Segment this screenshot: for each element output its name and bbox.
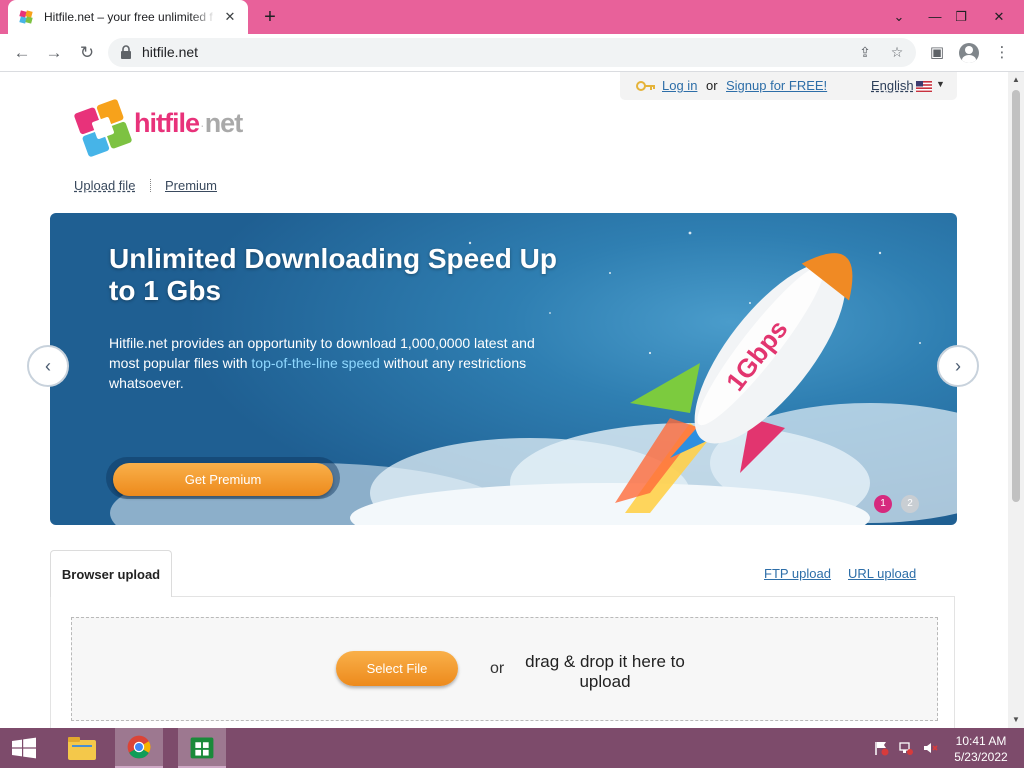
speed-highlight: top-of-the-line speed (251, 355, 380, 371)
file-explorer-icon[interactable] (58, 728, 106, 768)
or-text: or (490, 660, 505, 677)
chevron-right-icon: › (955, 356, 961, 376)
scroll-thumb[interactable] (1012, 90, 1020, 502)
slide-dot-2[interactable]: 2 (901, 495, 919, 513)
new-tab-button[interactable]: + (258, 6, 282, 28)
promo-banner: 1Gbps Unlimited Downloading Speed Up to … (50, 213, 957, 525)
hitfile-favicon-icon (19, 10, 33, 24)
banner-title: Unlimited Downloading Speed Up to 1 Gbs (109, 243, 557, 306)
tab-browser-upload[interactable]: Browser upload (50, 550, 172, 597)
tab-title: Hitfile.net – your free unlimited f (44, 10, 213, 24)
browser-toolbar: ← → ↻ hitfile.net ⇪ ☆ ▣ ⋮ (0, 34, 1024, 72)
reload-icon[interactable]: ↻ (75, 41, 99, 65)
prev-slide-button[interactable]: ‹ (27, 345, 69, 387)
windows-taskbar: 10:41 AM 5/23/2022 (0, 728, 1024, 768)
browser-tab[interactable]: Hitfile.net – your free unlimited f ✕ (8, 0, 248, 34)
ftp-upload-link[interactable]: FTP upload (764, 566, 831, 581)
scroll-up-icon[interactable]: ▲ (1008, 72, 1024, 88)
select-file-button[interactable]: Select File (336, 651, 458, 686)
us-flag-icon (916, 81, 932, 92)
next-slide-button[interactable]: › (937, 345, 979, 387)
side-panel-icon[interactable]: ▣ (927, 43, 947, 63)
nav-upload-file[interactable]: Upload file (74, 178, 135, 193)
tab-search-icon[interactable]: ⌄ (882, 0, 916, 34)
profile-icon[interactable] (959, 43, 979, 64)
bookmark-star-icon[interactable]: ☆ (888, 43, 906, 61)
clock-time: 10:41 AM (955, 734, 1007, 748)
key-icon (636, 81, 655, 91)
lock-icon (121, 45, 131, 59)
address-bar[interactable]: hitfile.net ⇪ ☆ (108, 38, 916, 67)
account-bar: Log in or Signup for FREE! English ▼ (620, 72, 957, 100)
hitfile-logo-icon[interactable] (72, 97, 134, 159)
back-icon[interactable]: ← (10, 41, 34, 65)
or-text: or (706, 78, 718, 93)
forward-icon[interactable]: → (42, 41, 66, 65)
nav-premium[interactable]: Premium (165, 178, 217, 193)
chevron-left-icon: ‹ (45, 356, 51, 376)
windows-start-icon[interactable] (0, 728, 48, 768)
close-window-icon[interactable]: ✕ (982, 0, 1016, 34)
url-text: hitfile.net (142, 44, 199, 60)
chevron-down-icon[interactable]: ▼ (936, 79, 945, 89)
page-scrollbar[interactable]: ▲ ▼ (1008, 72, 1024, 728)
site-logo[interactable]: hitfile·net (134, 108, 243, 139)
tab-strip: Hitfile.net – your free unlimited f ✕ + … (0, 0, 1024, 34)
close-tab-icon[interactable]: ✕ (222, 9, 238, 25)
scroll-down-icon[interactable]: ▼ (1008, 712, 1024, 728)
clock-date: 5/23/2022 (954, 750, 1008, 764)
volume-muted-icon[interactable] (922, 740, 938, 756)
chrome-taskbar-icon[interactable] (115, 728, 163, 768)
system-clock[interactable]: 10:41 AM 5/23/2022 (946, 733, 1016, 765)
store-taskbar-icon[interactable] (178, 728, 226, 768)
url-upload-link[interactable]: URL upload (848, 566, 916, 581)
network-icon[interactable] (898, 740, 914, 756)
drop-zone[interactable]: Select File or drag & drop it here to up… (71, 617, 938, 721)
action-center-flag-icon[interactable] (873, 740, 889, 756)
signup-link[interactable]: Signup for FREE! (726, 78, 827, 93)
page-viewport: Log in or Signup for FREE! English ▼ hit… (0, 72, 1008, 728)
login-link[interactable]: Log in (662, 78, 697, 93)
nav-divider (150, 179, 151, 192)
slide-dot-1[interactable]: 1 (874, 495, 892, 513)
menu-kebab-icon[interactable]: ⋮ (992, 43, 1012, 63)
language-selector[interactable]: English (871, 78, 914, 93)
drag-drop-hint: drag & drop it here to upload (525, 652, 685, 691)
get-premium-button[interactable]: Get Premium (113, 463, 333, 496)
share-icon[interactable]: ⇪ (856, 43, 874, 61)
banner-description: Hitfile.net provides an opportunity to d… (109, 335, 535, 391)
restore-icon[interactable]: ❐ (944, 0, 978, 34)
